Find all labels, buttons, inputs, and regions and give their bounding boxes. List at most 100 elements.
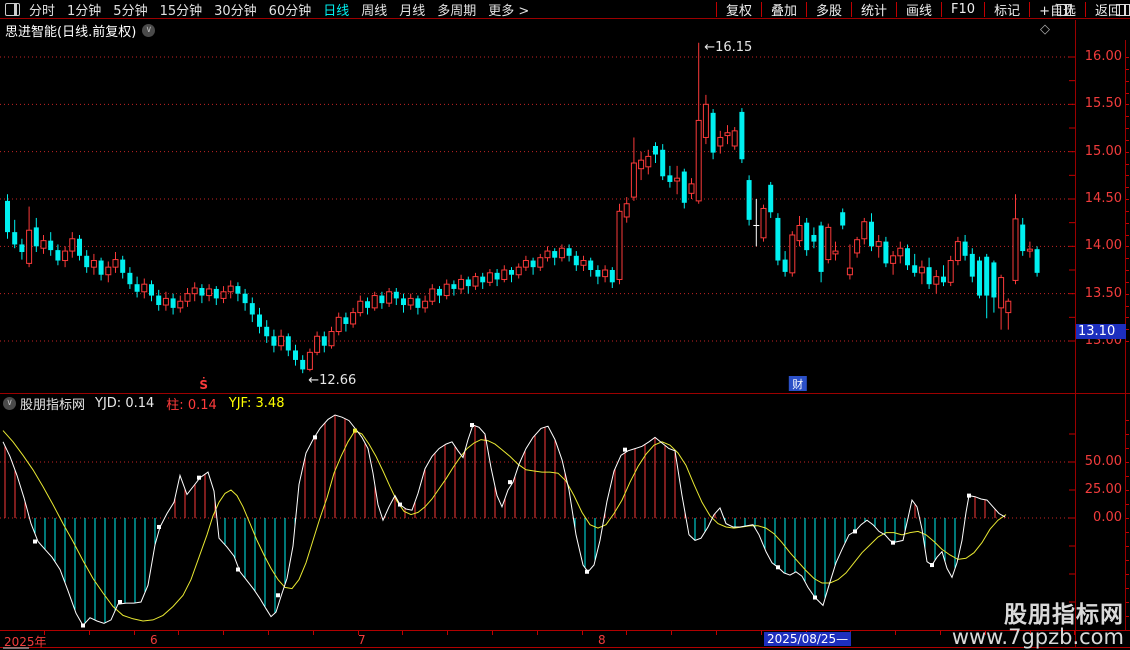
turning-point-dot <box>623 447 627 452</box>
toolbar-button-复权[interactable]: 复权 <box>717 0 761 19</box>
candle <box>321 331 327 353</box>
candle <box>522 255 529 271</box>
candle <box>293 344 298 366</box>
candle <box>760 204 767 242</box>
menu-period-5分钟[interactable]: 5分钟 <box>113 0 147 19</box>
candle <box>77 234 82 261</box>
news-badge-marker: 财 <box>792 377 803 391</box>
candle <box>588 257 594 277</box>
turning-point-dot <box>236 567 240 572</box>
candle <box>257 307 262 334</box>
candle <box>869 213 874 252</box>
selected-date-badge: 2025/08/25— <box>764 632 852 646</box>
candle <box>249 297 255 323</box>
candle <box>55 244 61 266</box>
candle <box>112 252 119 273</box>
candle <box>371 291 378 311</box>
candle <box>206 284 213 302</box>
candle <box>638 151 645 181</box>
candle <box>465 276 471 294</box>
sell-signal-marker: Ṡ <box>199 377 208 392</box>
toolbar-button-统计[interactable]: 统计 <box>852 0 896 19</box>
trading-app-window: 分时 1分钟 5分钟 15分钟 30分钟 60分钟 日线 周线 月线 多周期 更多 > 复权 叠加 多股… <box>0 0 1130 650</box>
layout-split-icon[interactable] <box>5 2 20 16</box>
candle <box>918 260 925 285</box>
toolbar-button-叠加[interactable]: 叠加 <box>762 0 806 19</box>
candle <box>573 251 579 271</box>
candle <box>818 221 824 283</box>
candle <box>854 236 861 258</box>
menu-period-更多 >[interactable]: 更多 > <box>488 0 529 19</box>
candle <box>486 269 493 287</box>
menu-period-30分钟[interactable]: 30分钟 <box>214 0 257 19</box>
turning-point-dot <box>33 539 37 544</box>
candle <box>1005 298 1012 330</box>
turning-point-dot <box>353 428 357 433</box>
toolbar-button-多股[interactable]: 多股 <box>807 0 851 19</box>
candle <box>472 272 479 290</box>
candle <box>731 127 738 150</box>
turning-point-dot <box>276 593 280 598</box>
toolbar-button-标记[interactable]: 标记 <box>985 0 1029 19</box>
menu-period-多周期[interactable]: 多周期 <box>437 0 476 19</box>
menu-period-1分钟[interactable]: 1分钟 <box>67 0 101 19</box>
candle <box>566 244 572 262</box>
candle <box>162 291 169 311</box>
candle <box>84 250 90 273</box>
candle <box>616 203 623 285</box>
watermark-site-name: 股朋指标网 <box>1004 602 1124 628</box>
date-tick <box>582 631 583 635</box>
indicator-name: 股朋指标网 <box>20 398 86 413</box>
candle <box>509 267 514 283</box>
date-axis-label: 7 <box>358 633 366 647</box>
menu-period-60分钟[interactable]: 60分钟 <box>269 0 312 19</box>
menu-period-月线[interactable]: 月线 <box>399 0 425 19</box>
candle <box>227 280 234 299</box>
candle <box>494 269 500 287</box>
watermark: 股朋指标网 www.7gpzb.com <box>952 604 1124 648</box>
candle <box>170 293 176 315</box>
candlestick-chart[interactable]: ←16.15 ←12.66 Ṡ 财 <box>0 40 1075 394</box>
menu-period-分时[interactable]: 分时 <box>29 0 55 19</box>
yjf-line <box>2 429 1007 622</box>
candle <box>48 232 54 256</box>
date-tick <box>313 631 314 635</box>
candle <box>220 286 227 304</box>
menu-period-周线[interactable]: 周线 <box>361 0 387 19</box>
diamond-icon[interactable]: ◇ <box>1040 22 1050 37</box>
candle <box>62 246 69 268</box>
candle <box>357 295 364 317</box>
candle <box>905 244 910 271</box>
candle <box>458 274 465 294</box>
turning-point-dot <box>197 475 201 480</box>
toolbar-button-画线[interactable]: 画线 <box>897 0 941 19</box>
period-toolbar: 分时 1分钟 5分钟 15分钟 30分钟 60分钟 日线 周线 月线 多周期 更多 > 复权 叠加 多股… <box>0 0 1130 19</box>
candle <box>537 253 544 271</box>
candle <box>941 265 946 287</box>
candle <box>437 286 442 304</box>
candle <box>775 213 781 266</box>
menu-period-日线[interactable]: 日线 <box>323 0 349 19</box>
candle <box>702 94 709 145</box>
chevron-down-icon[interactable]: ∨ <box>3 397 16 410</box>
price-axis-label: 15.50 <box>1084 96 1122 112</box>
indicator-chart[interactable] <box>0 413 1075 630</box>
candle <box>343 312 349 332</box>
date-tick <box>134 631 135 635</box>
panel-toggle-icon[interactable] <box>1116 4 1130 16</box>
toolbar-button-F10[interactable]: F10 <box>942 2 984 17</box>
candle <box>242 288 248 311</box>
candle <box>746 175 752 226</box>
candle <box>530 257 536 275</box>
date-tick <box>940 631 941 635</box>
candle <box>5 194 10 239</box>
menu-period-15分钟[interactable]: 15分钟 <box>160 0 203 19</box>
candle <box>796 216 803 247</box>
candle <box>1026 241 1033 258</box>
price-gridlines <box>0 56 1075 342</box>
candle <box>962 234 968 261</box>
watermark-url: www.7gpzb.com <box>951 625 1124 649</box>
candle <box>991 260 997 313</box>
chevron-down-icon[interactable]: ∨ <box>142 23 156 37</box>
split-window-icon[interactable] <box>1057 4 1071 16</box>
